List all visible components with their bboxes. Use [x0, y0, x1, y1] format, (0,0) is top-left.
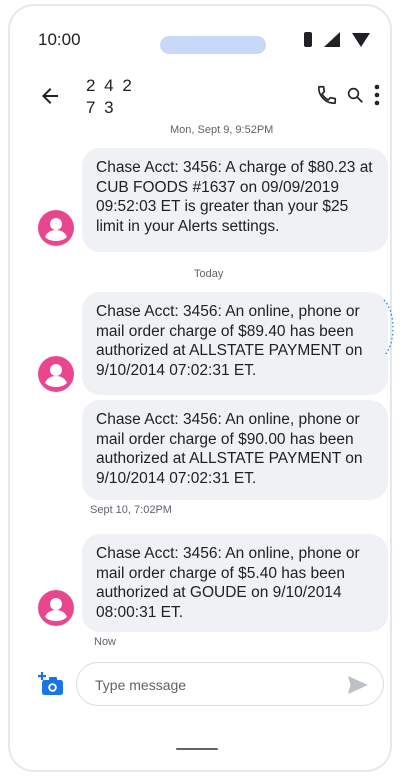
conversation-header: 2 4 2 7 3	[10, 70, 390, 124]
avatar[interactable]	[38, 210, 74, 246]
avatar-person-icon	[45, 364, 67, 387]
more-icon[interactable]	[374, 84, 380, 106]
message-bubble-1[interactable]: Chase Acct: 3456: A charge of $80.23 at …	[82, 148, 388, 252]
timestamp-2: Today	[194, 268, 224, 280]
status-time: 10:00	[38, 30, 81, 49]
phone-icon[interactable]	[316, 84, 338, 106]
composer	[10, 658, 390, 708]
battery-icon	[304, 32, 312, 47]
wifi-icon	[352, 32, 370, 47]
message-text-4: Chase Acct: 3456: An online, phone or ma…	[96, 545, 360, 621]
camera-notch	[160, 36, 266, 54]
phone-frame: 10:00 2 4 2 7 3 Mon, Sept 9, 9:52PM Chas…	[8, 4, 392, 772]
contact-name: 2 4 2 7 3	[86, 75, 166, 119]
avatar[interactable]	[38, 590, 74, 626]
camera-icon[interactable]	[38, 672, 66, 698]
signal-icon	[324, 32, 340, 47]
contact-name-line2: 7 3	[86, 98, 116, 117]
back-arrow-icon[interactable]	[38, 84, 62, 108]
message-text-3: Chase Acct: 3456: An online, phone or ma…	[96, 411, 363, 487]
send-icon[interactable]	[347, 675, 369, 695]
message-bubble-2[interactable]: Chase Acct: 3456: An online, phone or ma…	[82, 292, 388, 395]
avatar-person-icon	[45, 598, 67, 621]
timestamp-1: Mon, Sept 9, 9:52PM	[170, 124, 274, 136]
contact-name-line1: 2 4 2	[86, 76, 134, 95]
message-input-field[interactable]	[76, 662, 384, 706]
message-input[interactable]	[93, 674, 337, 696]
status-bar: 10:00	[10, 6, 390, 70]
search-icon[interactable]	[346, 86, 364, 104]
message-bubble-3[interactable]: Chase Acct: 3456: An online, phone or ma…	[82, 400, 388, 500]
message-bubble-4[interactable]: Chase Acct: 3456: An online, phone or ma…	[82, 534, 388, 632]
timestamp-4: Now	[94, 636, 117, 648]
scroll-indicator	[383, 299, 394, 357]
message-text-2: Chase Acct: 3456: An online, phone or ma…	[96, 303, 363, 379]
status-icons	[304, 32, 370, 47]
timestamp-3: Sept 10, 7:02PM	[90, 504, 172, 516]
avatar[interactable]	[38, 356, 74, 392]
avatar-person-icon	[45, 218, 67, 241]
message-text-1: Chase Acct: 3456: A charge of $80.23 at …	[96, 159, 373, 235]
home-indicator[interactable]	[176, 748, 218, 750]
